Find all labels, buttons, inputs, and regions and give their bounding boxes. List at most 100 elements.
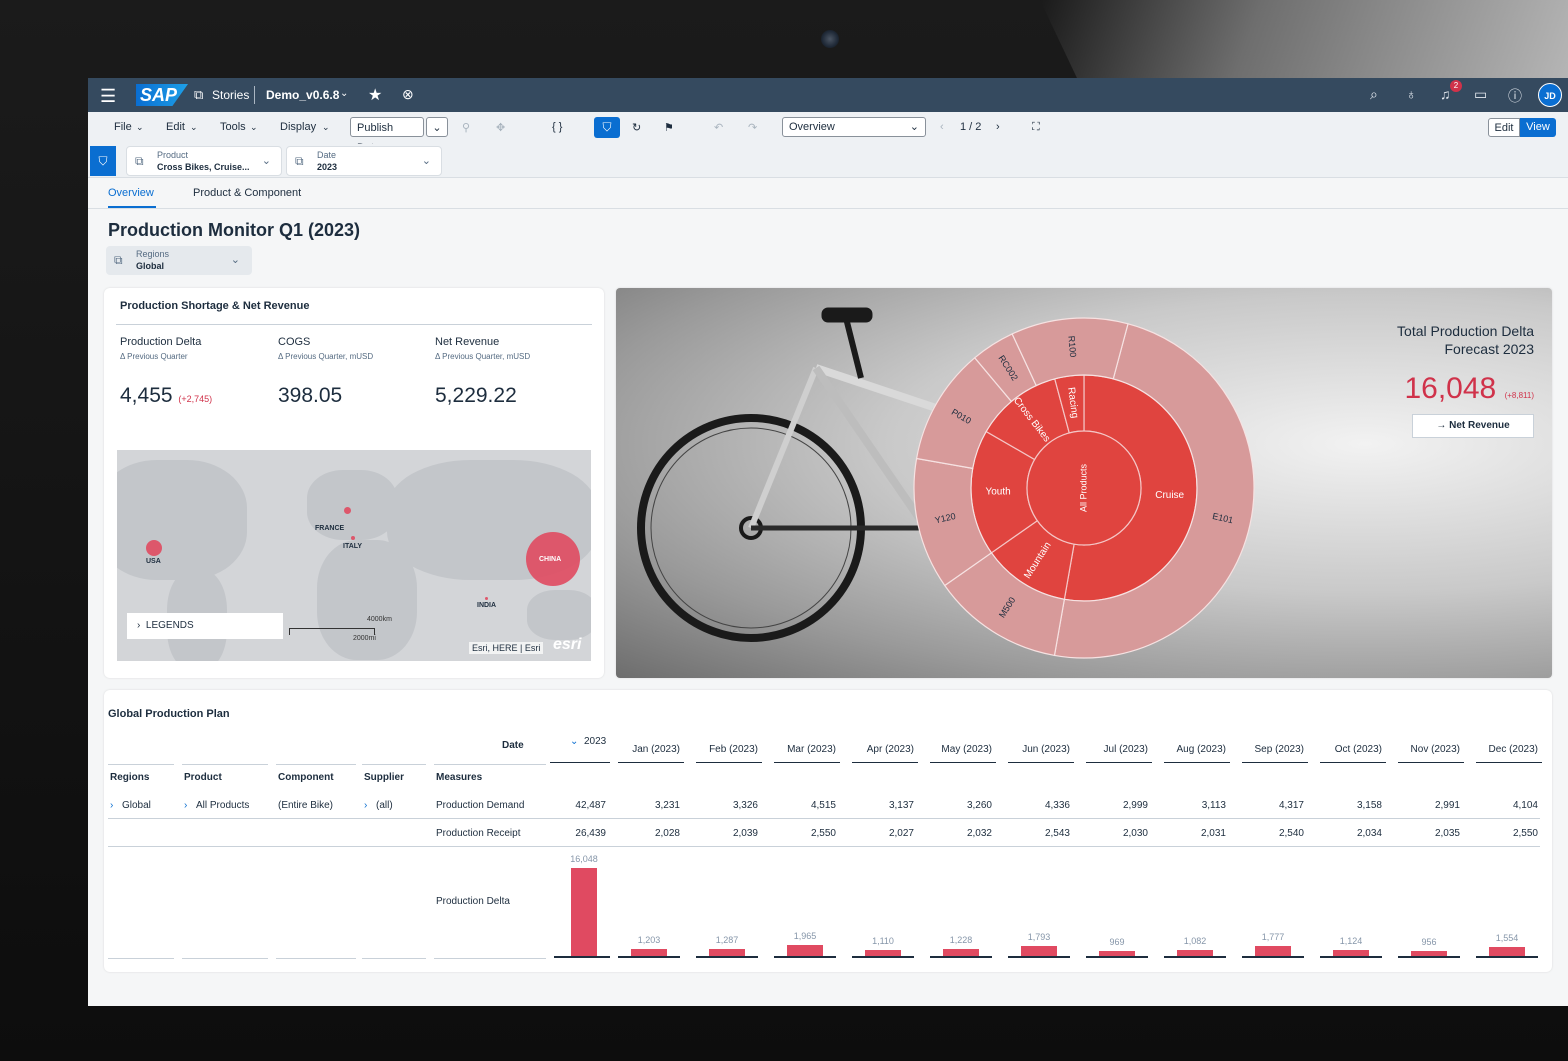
prev-page-icon[interactable]: ‹: [940, 121, 944, 133]
date-filter[interactable]: ⧉ Date 2023 ⌄: [286, 146, 442, 176]
bar-label: 969: [1109, 936, 1125, 947]
menu-edit[interactable]: Edit: [166, 121, 185, 133]
menu-tools[interactable]: Tools: [220, 121, 246, 133]
bar-baseline: [554, 956, 610, 958]
bar[interactable]: [709, 948, 745, 956]
table-cell: 2,028: [654, 828, 680, 839]
dimension-header: Supplier: [364, 772, 405, 783]
lightbulb-icon[interactable]: ♁: [1406, 86, 1417, 102]
chat-icon[interactable]: ▭: [1474, 86, 1487, 103]
row-divider: [108, 818, 1540, 819]
forecast-title-line2: Forecast 2023: [1444, 341, 1535, 357]
bar-label: 1,203: [637, 935, 661, 946]
header-underline: [696, 762, 762, 763]
italy-bubble[interactable]: [351, 536, 355, 540]
publish-dropdown-button[interactable]: ⌄: [426, 117, 448, 137]
star-icon[interactable]: ★: [368, 85, 382, 105]
kpi-subtitle: Δ Previous Quarter, mUSD: [435, 352, 531, 361]
tab-product-component[interactable]: Product & Component: [193, 187, 301, 199]
sunburst-center-label: All Products: [1078, 463, 1088, 512]
help-icon[interactable]: ⓘ: [1508, 86, 1522, 106]
month-header: Oct (2023): [1334, 744, 1382, 755]
date-filter-value: 2023: [317, 162, 338, 172]
publish-data-button[interactable]: Publish Data: [350, 117, 424, 154]
bar-label: 956: [1421, 936, 1437, 947]
shell-bar: ☰ SAP ⧉ Stories Demo_v0.6.8 ⌄ ★ ⊗ ⌕ ♁ ♫ …: [88, 78, 1568, 112]
menu-display[interactable]: Display: [280, 121, 316, 133]
chevron-right-icon: ›: [364, 800, 368, 811]
bar[interactable]: [1255, 946, 1291, 956]
table-cell: 2,035: [1434, 828, 1460, 839]
bar[interactable]: [1489, 947, 1525, 956]
bar[interactable]: [787, 945, 823, 956]
chevron-down-icon: ⌄: [250, 122, 258, 132]
bar-baseline: [1476, 956, 1538, 958]
dimension-header: Regions: [110, 772, 150, 783]
filter-token-icon: ⧉: [114, 253, 123, 267]
avatar[interactable]: JD: [1538, 83, 1562, 107]
bookmark-icon[interactable]: ⚑: [664, 121, 674, 134]
bar[interactable]: [571, 868, 597, 956]
bar[interactable]: [1021, 946, 1057, 956]
fullscreen-icon[interactable]: ⛶: [1032, 121, 1040, 134]
filter-icon[interactable]: ⛉: [594, 117, 620, 138]
month-header: Mar (2023): [787, 744, 836, 755]
kpi-cogs: COGS Δ Previous Quarter, mUSD 398.05: [278, 336, 373, 407]
map-label-italy: ITALY: [343, 543, 363, 550]
search-icon[interactable]: ⌕: [1370, 86, 1378, 103]
sunburst-outer-label-5: R100: [1066, 335, 1078, 357]
kpi-value: 4,455: [120, 384, 173, 407]
date-filter-label: Date: [317, 150, 337, 160]
curly-braces-icon[interactable]: { }: [552, 121, 562, 133]
chevron-down-icon: ⌄: [909, 121, 919, 133]
usa-bubble[interactable]: [146, 540, 162, 556]
next-page-icon[interactable]: ›: [996, 121, 1000, 133]
table-cell: 2,031: [1200, 828, 1226, 839]
forecast-value: 16,048: [1404, 372, 1497, 405]
bar-baseline: [774, 956, 836, 958]
filter-bar: ⛉ ⧉ Product Cross Bikes, Cruise... ⌄ ⧉ D…: [88, 144, 1568, 178]
bezel-reflection: [1040, 0, 1568, 78]
legends-button[interactable]: › LEGENDS: [127, 613, 283, 639]
kpi-delta: (+2,745): [178, 394, 213, 404]
table-cell: 2,034: [1356, 828, 1382, 839]
edit-button[interactable]: Edit: [1488, 118, 1520, 137]
bar-baseline: [696, 956, 758, 958]
menu-icon[interactable]: ☰: [100, 86, 116, 107]
kpi-net-revenue: Net Revenue Δ Previous Quarter, mUSD 5,2…: [435, 336, 531, 407]
france-bubble[interactable]: [344, 507, 351, 514]
bar-baseline: [1086, 956, 1148, 958]
sap-logo[interactable]: SAP: [136, 84, 188, 106]
table-cell: 42,487: [575, 800, 606, 811]
add-filter-icon[interactable]: ⛉: [90, 146, 116, 176]
format-icon: ⚲: [462, 122, 471, 134]
bell-icon[interactable]: ♫: [1440, 86, 1451, 102]
australia-shape: [527, 590, 591, 640]
geo-map[interactable]: USA FRANCE ITALY CHINA INDIA › LEGENDS 4…: [117, 450, 591, 661]
bar[interactable]: [631, 949, 667, 956]
table-cell: 2,032: [966, 828, 992, 839]
table-cell: 2,027: [888, 828, 914, 839]
bar-label: 1,554: [1495, 933, 1519, 944]
page-select[interactable]: Overview ⌄: [782, 117, 926, 137]
bar[interactable]: [943, 949, 979, 956]
bar-label: 1,082: [1183, 936, 1207, 947]
product-filter[interactable]: ⧉ Product Cross Bikes, Cruise... ⌄: [126, 146, 282, 176]
divider: [276, 764, 356, 765]
sunburst-label-0: Cruise: [1155, 490, 1184, 501]
close-circle-icon[interactable]: ⊗: [402, 86, 414, 103]
forecast-title-line1: Total Production Delta: [1397, 323, 1534, 339]
tab-overview[interactable]: Overview: [108, 187, 154, 199]
net-revenue-button[interactable]: → Net Revenue: [1412, 414, 1534, 438]
refresh-icon[interactable]: ↻: [632, 121, 641, 134]
chevron-down-icon: ⌄: [570, 736, 579, 747]
document-name[interactable]: Demo_v0.6.8: [266, 88, 339, 102]
menu-file[interactable]: File: [114, 121, 132, 133]
regions-filter[interactable]: ⧉ Regions Global ⌄: [106, 246, 252, 275]
stories-link[interactable]: Stories: [212, 88, 249, 102]
map-label-china: CHINA: [539, 556, 562, 563]
india-bubble[interactable]: [485, 597, 488, 600]
filter-token-icon: ⧉: [135, 154, 144, 168]
chevron-down-icon[interactable]: ⌄: [340, 88, 348, 99]
view-button[interactable]: View: [1520, 118, 1556, 137]
